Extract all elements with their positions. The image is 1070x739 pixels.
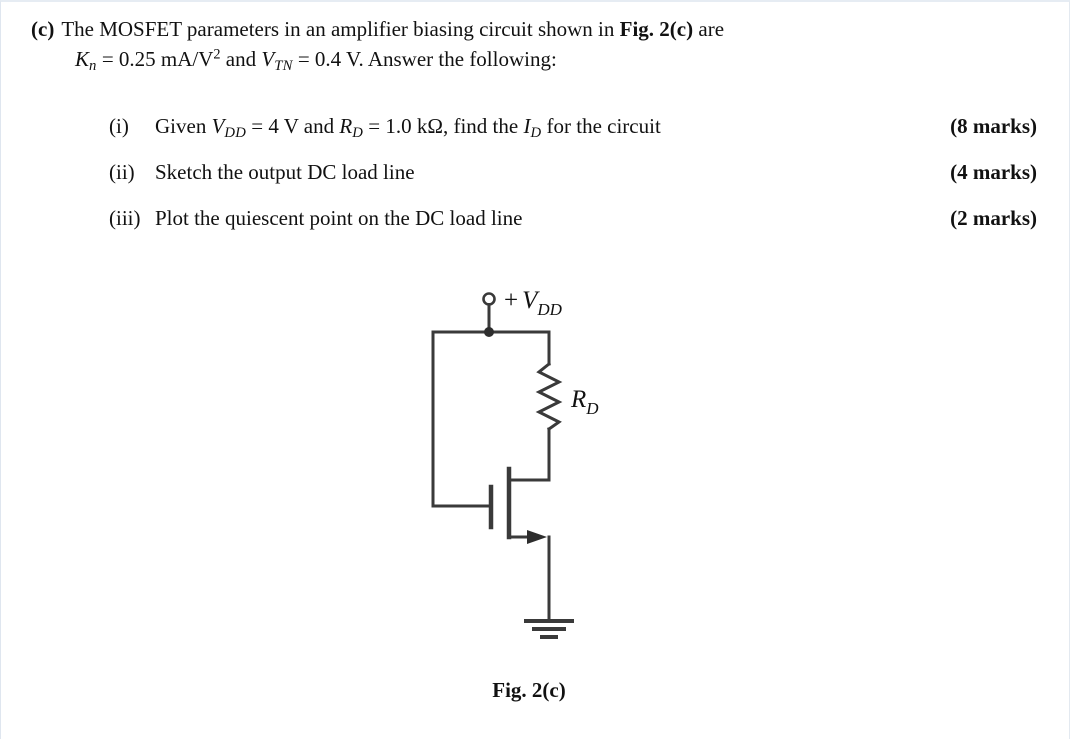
supply-label-sub: DD <box>536 300 562 319</box>
question-items-list: (i) Given VDD = 4 V and RD = 1.0 kΩ, fin… <box>109 114 1037 252</box>
item-number: (i) <box>109 114 129 138</box>
figure-caption: Fig. 2(c) <box>492 678 566 702</box>
item-text-p2: = 4 V and <box>246 114 340 138</box>
item-number: (iii) <box>109 206 141 230</box>
item-marks: (8 marks) <box>950 114 1037 138</box>
question-text-part1: The MOSFET parameters in an amplifier bi… <box>61 17 620 41</box>
supply-label-plus: + VDD <box>504 287 563 319</box>
question-line-1: (c) The MOSFET parameters in an amplifie… <box>31 16 1036 43</box>
question-text-line1: The MOSFET parameters in an amplifier bi… <box>61 16 1036 43</box>
item-text: Plot the quiescent point on the DC load … <box>155 206 523 230</box>
item-marks: (4 marks) <box>950 160 1037 184</box>
resistor-label-r: R <box>570 386 586 413</box>
resistor-label: RD <box>570 386 599 418</box>
id-subscript: D <box>530 125 542 142</box>
resistor-label-sub: D <box>585 399 599 418</box>
figure-reference-bold: Fig. 2(c) <box>619 17 694 41</box>
vtn-subscript: TN <box>274 58 293 75</box>
item-text-p1: Given <box>155 114 212 138</box>
item-text-p3: = 1.0 kΩ, find the <box>363 114 524 138</box>
item-text-p4: for the circuit <box>541 114 661 138</box>
mosfet-amplifier-schematic: + VDD RD <box>431 287 599 639</box>
rd-subscript: D <box>352 125 363 142</box>
list-item: (i) Given VDD = 4 V and RD = 1.0 kΩ, fin… <box>109 114 1037 160</box>
vtn-value: = 0.4 V. Answer the following: <box>292 47 557 72</box>
circuit-diagram: + VDD RD <box>399 284 659 664</box>
question-block: (c) The MOSFET parameters in an amplifie… <box>31 16 1036 77</box>
supply-node-dot <box>484 327 494 337</box>
item-marks: (2 marks) <box>950 206 1037 230</box>
list-item: (iii) Plot the quiescent point on the DC… <box>109 206 1037 252</box>
kn-variable: K <box>75 47 90 72</box>
kn-value: = 0.25 mA/V <box>96 47 214 72</box>
vdd-subscript: DD <box>224 125 247 142</box>
item-text: Given VDD = 4 V and RD = 1.0 kΩ, find th… <box>155 114 950 142</box>
kn-subscript: n <box>89 58 97 75</box>
supply-terminal-circle-icon <box>482 292 496 306</box>
source-arrow-icon <box>527 530 547 544</box>
vdd-variable: V <box>211 114 225 138</box>
resistor-rd-symbol <box>535 361 563 432</box>
question-text-part2: are <box>693 17 725 41</box>
question-text-line2: Kn = 0.25 mA/V2 and VTN = 0.4 V. Answer … <box>75 45 1036 77</box>
vtn-variable: V <box>261 47 275 72</box>
item-number: (ii) <box>109 160 135 184</box>
item-text: Sketch the output DC load line <box>155 160 415 184</box>
document-page: (c) The MOSFET parameters in an amplifie… <box>0 0 1070 739</box>
rd-variable: R <box>339 114 353 138</box>
v-squared-exponent: 2 <box>213 46 221 63</box>
conjunction-and: and <box>220 47 262 72</box>
question-label: (c) <box>31 17 55 41</box>
list-item: (ii) Sketch the output DC load line (4 m… <box>109 160 1037 206</box>
